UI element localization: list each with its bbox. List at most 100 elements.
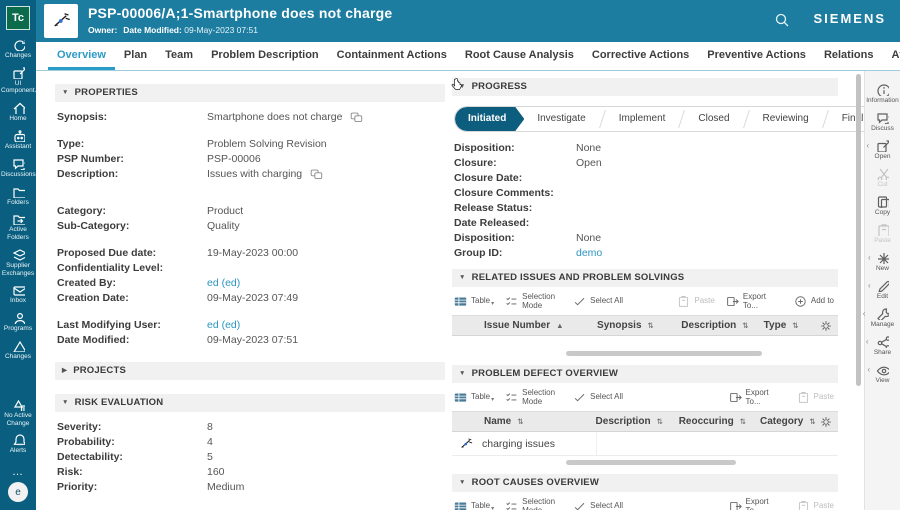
stage-implement[interactable]: Implement (606, 107, 679, 131)
section-header-progress[interactable]: ▼ PROGRESS (452, 78, 838, 96)
column-header-reoccuring[interactable]: Reoccuring⇅ (671, 416, 752, 427)
tab-plan[interactable]: Plan (115, 42, 156, 70)
tab-containment-actions[interactable]: Containment Actions (328, 42, 456, 70)
sidebar-item-inbox[interactable]: Inbox (0, 283, 36, 305)
field-row: Created By:ed (ed) (57, 276, 443, 291)
column-header-category[interactable]: Category⇅ (752, 416, 812, 427)
tab-bar: Overview Plan Team Problem Description C… (36, 42, 900, 71)
tab-preventive-actions[interactable]: Preventive Actions (698, 42, 815, 70)
triangle-icon (12, 339, 25, 352)
select-all-button[interactable]: Select All (573, 500, 623, 510)
person-icon (12, 311, 25, 324)
sidebar-item-home[interactable]: Home (0, 101, 36, 123)
translate-icon[interactable] (350, 112, 363, 123)
sidebar-item-label: No Active Change (1, 412, 35, 428)
selection-mode-button[interactable]: Selection Mode (505, 497, 562, 510)
mouse-cursor (451, 77, 464, 97)
translate-icon[interactable] (310, 169, 323, 180)
tab-corrective-actions[interactable]: Corrective Actions (583, 42, 698, 70)
view-button[interactable]: ‹ View (876, 363, 890, 384)
column-settings-button[interactable] (812, 320, 838, 332)
sidebar-item-changes-top[interactable]: Changes (0, 38, 36, 60)
field-value: 8 (207, 420, 213, 435)
section-header-projects[interactable]: ▶ PROJECTS (55, 362, 445, 380)
tc-logo[interactable]: Tc (6, 6, 30, 30)
section-header-risk-evaluation[interactable]: ▼ RISK EVALUATION (55, 394, 445, 412)
user-avatar[interactable]: e (8, 482, 28, 502)
information-button[interactable]: Information (866, 83, 899, 104)
column-header-name[interactable]: Name⇅ (452, 416, 588, 427)
sidebar-item-assistant[interactable]: Assistant (0, 129, 36, 151)
last-modifying-user-link[interactable]: ed (ed) (207, 318, 240, 333)
table-view-button[interactable]: Table ▾ (454, 500, 494, 510)
column-header-description[interactable]: Description⇅ (588, 416, 671, 427)
folder-icon (12, 185, 25, 198)
select-all-button[interactable]: Select All (573, 295, 623, 308)
stage-investigate[interactable]: Investigate (524, 107, 598, 131)
section-header-related-issues[interactable]: ▼ RELATED ISSUES AND PROBLEM SOLVINGS (452, 269, 838, 287)
selection-mode-button[interactable]: Selection Mode (505, 388, 562, 406)
sidebar-item-folders[interactable]: Folders (0, 185, 36, 207)
problem-defect-toolbar: Table ▾ Selection Mode Select All Export… (452, 383, 838, 411)
edit-button[interactable]: ‹ Edit (876, 279, 889, 300)
pencil-icon (876, 279, 889, 292)
owner-label: Owner: (88, 25, 117, 35)
sidebar-item-changes[interactable]: Changes (0, 339, 36, 361)
column-header-issue-number[interactable]: Issue Number▲ (452, 320, 589, 331)
field-value: Medium (207, 480, 244, 495)
field-row: Group ID:demo (454, 246, 836, 261)
share-button[interactable]: ‹ Share (874, 335, 891, 356)
group-id-link[interactable]: demo (576, 246, 602, 261)
sidebar-item-supplier-exchanges[interactable]: Supplier Exchanges (0, 248, 36, 278)
section-header-root-causes[interactable]: ▼ ROOT CAUSES OVERVIEW (452, 474, 838, 492)
sidebar-item-alerts[interactable]: Alerts (0, 433, 36, 455)
export-to-button[interactable]: Export To... (729, 388, 786, 406)
tab-relations[interactable]: Relations (815, 42, 883, 70)
no-change-icon (12, 398, 25, 411)
open-button[interactable]: ‹ Open (875, 139, 891, 160)
export-to-button[interactable]: Export To... (729, 497, 786, 510)
tab-problem-description[interactable]: Problem Description (202, 42, 328, 70)
copy-icon (876, 195, 889, 208)
copy-button[interactable]: Copy (875, 195, 890, 216)
sidebar-item-programs[interactable]: Programs (0, 311, 36, 333)
caret-down-icon: ▾ (491, 397, 494, 404)
discuss-button[interactable]: Discuss (871, 111, 894, 132)
new-button[interactable]: ‹ New (876, 251, 889, 272)
manage-button[interactable]: ‹ Manage (871, 307, 895, 328)
stage-initiated[interactable]: Initiated (455, 107, 524, 131)
mail-icon (12, 283, 25, 296)
selection-mode-button[interactable]: Selection Mode (505, 292, 562, 310)
column-header-synopsis[interactable]: Synopsis⇅ (589, 320, 673, 331)
field-row: Risk:160 (57, 465, 443, 480)
more-options-icon[interactable]: … (12, 466, 24, 478)
collapse-icon: ▼ (459, 269, 466, 287)
layers-icon (12, 248, 25, 261)
right-toolbar: Information Discuss ‹ Open Cut Copy Past… (864, 71, 900, 510)
table-view-button[interactable]: Table ▾ (454, 391, 494, 404)
table-row-charging-issues[interactable]: charging issues (452, 432, 838, 456)
tab-root-cause-analysis[interactable]: Root Cause Analysis (456, 42, 583, 70)
created-by-link[interactable]: ed (ed) (207, 276, 240, 291)
column-header-type[interactable]: Type⇅ (756, 320, 812, 331)
select-all-button[interactable]: Select All (573, 391, 623, 404)
export-to-button[interactable]: Export To... (726, 292, 783, 310)
stage-closed[interactable]: Closed (685, 107, 742, 131)
vertical-scrollbar[interactable] (856, 74, 861, 386)
tab-overview[interactable]: Overview (48, 42, 115, 70)
section-header-problem-defect[interactable]: ▼ PROBLEM DEFECT OVERVIEW (452, 365, 838, 383)
sidebar-item-no-active-change[interactable]: No Active Change (0, 398, 36, 428)
tab-attachments[interactable]: Attachments (882, 42, 900, 70)
column-settings-button[interactable] (812, 416, 838, 428)
search-icon[interactable] (774, 12, 790, 28)
sidebar-item-ui-component[interactable]: UI Component.. (0, 66, 36, 96)
section-header-properties[interactable]: ▼ PROPERTIES (55, 84, 445, 102)
sidebar-item-active-folders[interactable]: Active Folders (0, 212, 36, 242)
column-header-description[interactable]: Description⇅ (673, 320, 755, 331)
tab-team[interactable]: Team (156, 42, 202, 70)
stage-reviewing[interactable]: Reviewing (750, 107, 822, 131)
sidebar-item-label: Changes (5, 52, 31, 60)
table-view-button[interactable]: Table ▾ (454, 295, 494, 308)
add-to-button[interactable]: Add to (794, 295, 834, 308)
sidebar-item-discussions[interactable]: Discussions (0, 157, 36, 179)
